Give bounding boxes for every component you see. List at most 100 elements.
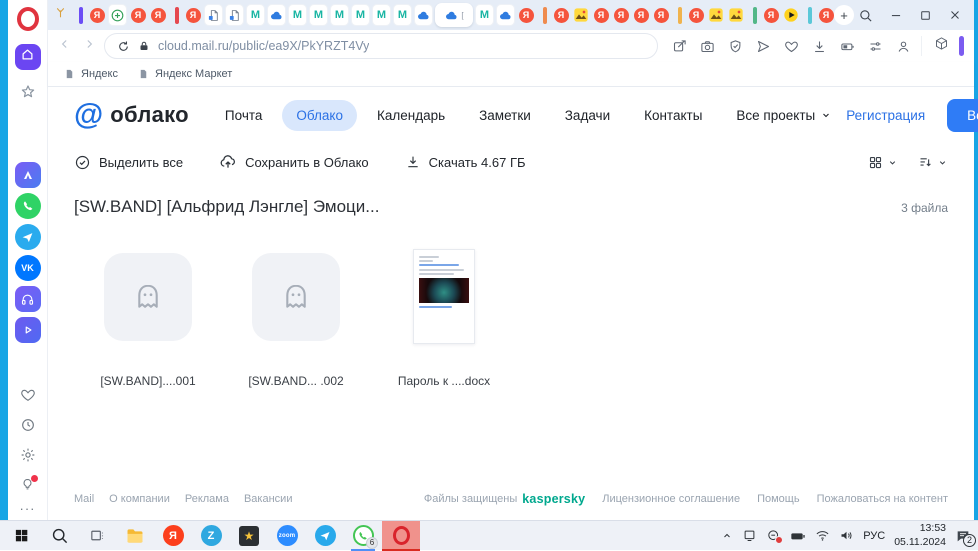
view-mode-selector[interactable] [868, 155, 898, 170]
tab-doc[interactable] [204, 4, 223, 26]
profile-icon[interactable] [896, 39, 911, 54]
nav-zametki[interactable]: Заметки [465, 100, 545, 131]
tab-ya[interactable]: Я [517, 4, 535, 26]
extensions-cube-icon[interactable] [934, 36, 949, 56]
select-all-button[interactable]: Выделить все [74, 154, 183, 171]
tray-sync-error-icon[interactable] [766, 528, 781, 543]
downloads-icon[interactable] [812, 39, 827, 54]
compose-icon[interactable] [672, 39, 687, 54]
shield-check-icon[interactable] [728, 39, 743, 54]
footer-link-jobs[interactable]: Вакансии [244, 493, 293, 505]
tab-cloud-active[interactable]: [ [435, 3, 473, 27]
tab-plus[interactable] [108, 4, 127, 26]
tab-cloud[interactable] [496, 4, 515, 26]
start-button[interactable] [2, 521, 40, 551]
tab-ya[interactable]: Я [129, 4, 147, 26]
settings-gear-icon[interactable] [20, 447, 36, 468]
footer-link-mail[interactable]: Mail [74, 493, 94, 505]
minimize-button[interactable] [889, 8, 903, 22]
footer-link-license[interactable]: Лицензионное соглашение [602, 493, 740, 505]
sidebar-more-button[interactable]: ··· [20, 506, 36, 512]
tab-mail[interactable]: M [246, 4, 265, 26]
tab-mail[interactable]: M [309, 4, 328, 26]
nav-zadachi[interactable]: Задачи [551, 100, 624, 131]
tray-volume-icon[interactable] [839, 528, 854, 543]
reload-icon[interactable] [117, 40, 130, 53]
bookmark-yandex-market[interactable]: Яндекс Маркет [138, 68, 232, 80]
back-icon[interactable] [58, 37, 72, 56]
whatsapp-icon[interactable] [15, 193, 41, 219]
tab-ya[interactable]: Я [184, 4, 202, 26]
tab-ya[interactable]: Я [88, 4, 106, 26]
tab-mail[interactable]: M [351, 4, 370, 26]
tab-ya[interactable]: Я [552, 4, 570, 26]
favorites-heart-icon[interactable] [20, 387, 36, 408]
player-icon[interactable] [15, 286, 41, 312]
send-to-device-icon[interactable] [756, 39, 771, 54]
nav-kontakty[interactable]: Контакты [630, 100, 716, 131]
tab-img[interactable] [727, 4, 745, 26]
tab-play[interactable] [782, 4, 800, 26]
aria-ai-icon[interactable] [15, 162, 41, 188]
new-tab-button[interactable]: + [834, 5, 854, 25]
footer-link-help[interactable]: Помощь [757, 493, 800, 505]
tab-img[interactable] [707, 4, 725, 26]
tray-chevron-up-icon[interactable] [721, 530, 733, 542]
document-preview-tile[interactable] [413, 249, 475, 344]
maximize-button[interactable] [919, 9, 932, 22]
tab-ya[interactable]: Я [149, 4, 167, 26]
opera-taskbar-button[interactable] [382, 521, 420, 551]
file-item[interactable]: [SW.BAND... .002 [222, 247, 370, 388]
tab-ya[interactable]: Я [687, 4, 705, 26]
tab-ya[interactable]: Я [652, 4, 670, 26]
zona-button[interactable]: Z [192, 521, 230, 551]
register-link[interactable]: Регистрация [846, 108, 925, 123]
workspace-icon[interactable] [54, 6, 67, 24]
taskbar-clock[interactable]: 13:53 05.11.2024 [894, 522, 946, 549]
battery-saver-icon[interactable] [840, 39, 855, 54]
language-indicator[interactable]: РУС [863, 530, 885, 542]
url-field[interactable]: cloud.mail.ru/public/ea9X/PkYRZT4Vy [104, 33, 658, 59]
archive-tile[interactable] [252, 253, 340, 341]
bookmarks-star-icon[interactable] [19, 83, 37, 106]
tab-mail[interactable]: M [372, 4, 391, 26]
tab-doc[interactable] [225, 4, 244, 26]
lock-icon[interactable] [138, 40, 150, 52]
bookmark-heart-icon[interactable] [784, 39, 799, 54]
archive-tile[interactable] [104, 253, 192, 341]
tab-mail[interactable]: M [475, 4, 494, 26]
taskbar-search-button[interactable] [40, 521, 78, 551]
tab-img[interactable] [572, 4, 590, 26]
nav-pochta[interactable]: Почта [211, 100, 277, 131]
tab-mail[interactable]: M [330, 4, 349, 26]
nav-kalendar[interactable]: Календарь [363, 100, 459, 131]
close-button[interactable] [948, 8, 962, 22]
whatsapp-button[interactable]: 6 [344, 521, 382, 551]
sort-selector[interactable] [918, 155, 948, 170]
tips-bulb-icon[interactable] [20, 477, 35, 497]
nav-oblako[interactable]: Облако [282, 100, 357, 131]
cloud-logo[interactable]: @ облако [74, 100, 189, 130]
download-button[interactable]: Скачать 4.67 ГБ [405, 154, 526, 170]
tune-icon[interactable] [868, 39, 883, 54]
workspace-indicator[interactable] [959, 36, 964, 56]
tab-ya[interactable]: Я [612, 4, 630, 26]
zoom-button[interactable]: zoom [268, 521, 306, 551]
nav-vse-proekty[interactable]: Все проекты [722, 100, 846, 131]
opera-menu-button[interactable] [17, 7, 39, 31]
tab-ya[interactable]: Я [817, 4, 835, 26]
file-item[interactable]: [SW.BAND]....001 [74, 247, 222, 388]
telegram-icon[interactable] [15, 224, 41, 250]
login-button[interactable]: Войти [947, 99, 978, 132]
forward-icon[interactable] [82, 37, 96, 56]
tray-device-icon[interactable] [742, 528, 757, 543]
kaspersky-logo[interactable]: kaspersky [522, 492, 585, 506]
tray-wifi-icon[interactable] [815, 528, 830, 543]
history-clock-icon[interactable] [20, 417, 36, 438]
file-item[interactable]: Пароль к ....docx [370, 247, 518, 388]
vk-icon[interactable]: VK [15, 255, 41, 281]
tab-ya[interactable]: Я [592, 4, 610, 26]
tab-cloud[interactable] [267, 4, 286, 26]
telegram-button[interactable] [306, 521, 344, 551]
save-to-cloud-button[interactable]: Сохранить в Облако [219, 153, 369, 171]
